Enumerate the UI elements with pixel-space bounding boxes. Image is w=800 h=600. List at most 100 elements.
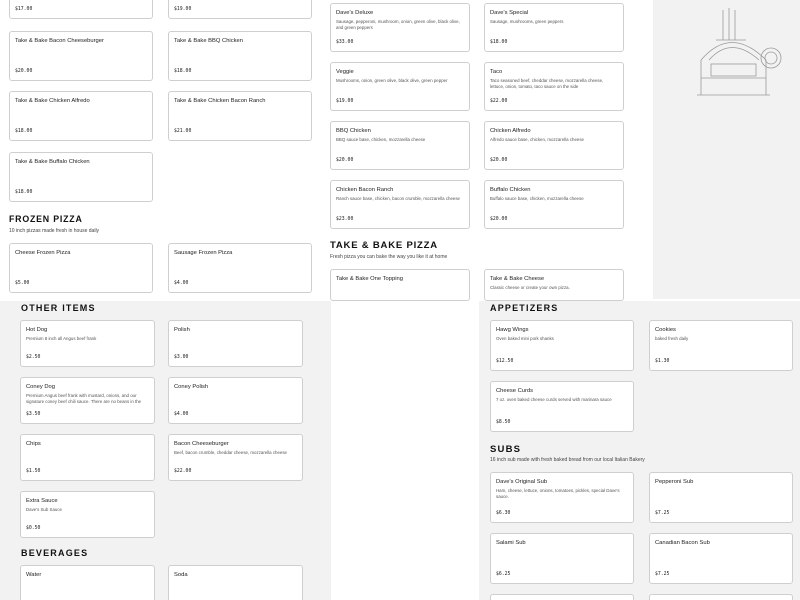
item-price: $22.00 — [174, 469, 192, 474]
menu-item-card[interactable]: Take & Bake Chicken Bacon Ranch $21.00 — [168, 91, 312, 141]
item-price: $20.00 — [490, 217, 508, 222]
item-description: Premium 8 inch all Angus beef frank — [26, 336, 97, 341]
item-description: Mushrooms, onion, green olive, black oli… — [336, 78, 448, 83]
menu-item-card[interactable]: Canadian Bacon Sub $7.25 — [649, 533, 793, 584]
item-price: $21.00 — [174, 129, 192, 134]
item-price: $18.00 — [174, 69, 192, 74]
item-description: baked fresh daily — [655, 336, 689, 341]
pizza-oven-illustration — [697, 8, 782, 96]
section-subtitle-frozen-pizza: 10 inch pizzas made fresh in house daily — [9, 228, 100, 234]
item-description: Ham, cheese, lettuce, onions, tomatoes, … — [496, 488, 620, 500]
item-title: Take & Bake BBQ Chicken — [174, 38, 243, 44]
item-title: BBQ Chicken — [336, 128, 371, 134]
menu-item-card[interactable]: Chicken Bacon Ranch Ranch sauce base, ch… — [330, 180, 470, 229]
item-title: Soda — [174, 572, 188, 578]
item-price: $1.50 — [26, 469, 41, 474]
item-price: $6.30 — [496, 511, 511, 516]
item-price: $4.00 — [174, 412, 189, 417]
menu-item-card[interactable]: Polish $3.00 — [168, 320, 303, 367]
menu-item-card[interactable]: Salami Sub $6.25 — [490, 533, 634, 584]
menu-item-card[interactable]: Take & Bake BBQ Chicken $18.00 — [168, 31, 312, 81]
item-description: Sausage, pepperoni, mushroom, onion, gre… — [336, 19, 460, 31]
menu-item-card[interactable]: Hawg Wings Oven baked mini pork shanks $… — [490, 320, 634, 371]
item-price: $8.50 — [496, 420, 511, 425]
item-title: Coney Polish — [174, 384, 209, 390]
menu-item-card[interactable]: Take & Bake Chicken Alfredo $18.00 — [9, 91, 153, 141]
item-title: Cheese Frozen Pizza — [15, 250, 71, 256]
section-title-subs: SUBS — [490, 444, 522, 455]
item-price: $0.50 — [26, 526, 41, 531]
menu-item-card[interactable] — [490, 594, 634, 600]
menu-item-card[interactable]: Chips $1.50 — [20, 434, 155, 481]
section-title-frozen-pizza: FROZEN PIZZA — [9, 214, 83, 224]
menu-item-card[interactable]: Veggie Mushrooms, onion, green olive, bl… — [330, 62, 470, 111]
section-title-beverages: BEVERAGES — [21, 548, 89, 558]
menu-item-card[interactable]: Cheese Frozen Pizza $5.00 — [9, 243, 153, 293]
menu-item-card[interactable]: Take & Bake Bacon Cheeseburger $20.00 — [9, 31, 153, 81]
menu-item-card[interactable]: Bacon Cheeseburger Beef, bacon crumble, … — [168, 434, 303, 481]
item-price: $7.25 — [655, 572, 670, 577]
item-description: Buffalo sauce base, chicken, mozzarella … — [490, 196, 584, 201]
item-title: Taco — [490, 69, 503, 75]
item-price: $20.00 — [490, 158, 508, 163]
menu-item-card[interactable]: Water — [20, 565, 155, 600]
item-price: $3.50 — [26, 412, 41, 417]
item-price: $22.00 — [490, 99, 508, 104]
item-price: $7.25 — [655, 511, 670, 516]
item-price: $17.00 — [15, 7, 33, 12]
item-title: Take & Bake Chicken Alfredo — [15, 98, 90, 104]
menu-item-card[interactable]: Sausage Frozen Pizza $4.00 — [168, 243, 312, 293]
menu-item-card[interactable]: BBQ Chicken BBQ sauce base, chicken, moz… — [330, 121, 470, 170]
menu-item-card[interactable]: Hot Dog Premium 8 inch all Angus beef fr… — [20, 320, 155, 367]
item-price: $12.50 — [496, 359, 514, 364]
item-title: Chips — [26, 441, 41, 447]
item-description: BBQ sauce base, chicken, mozzarella chee… — [336, 137, 426, 142]
menu-item-card[interactable]: $19.00 — [168, 0, 312, 19]
item-title: Take & Bake One Topping — [336, 276, 403, 282]
menu-item-card[interactable]: Coney Dog Premium Angus beef frank with … — [20, 377, 155, 424]
item-price: $18.00 — [490, 40, 508, 45]
menu-item-card[interactable]: Chicken Alfredo Alfredo sauce base, chic… — [484, 121, 624, 170]
menu-item-card[interactable]: Extra Sauce Dave's Sub Sauce $0.50 — [20, 491, 155, 538]
item-title: Take & Bake Cheese — [490, 276, 545, 282]
menu-item-card[interactable]: Taco Taco seasoned beef, cheddar cheese,… — [484, 62, 624, 111]
item-title: Take & Bake Bacon Cheeseburger — [15, 38, 104, 44]
menu-item-card[interactable]: Take & Bake Buffalo Chicken $18.00 — [9, 152, 153, 202]
item-title: Dave's Original Sub — [496, 479, 548, 485]
item-description: Beef, bacon crumble, cheddar cheese, moz… — [174, 450, 288, 455]
item-price: $18.00 — [15, 190, 33, 195]
section-title-appetizers: APPETIZERS — [490, 303, 559, 313]
menu-item-card[interactable]: Dave's Special Sausage, mushrooms, green… — [484, 3, 624, 52]
item-price: $4.00 — [174, 281, 189, 286]
item-description: Dave's Sub Sauce — [26, 507, 62, 512]
item-title: Coney Dog — [26, 384, 56, 390]
item-price: $5.00 — [15, 281, 30, 286]
item-price: $3.00 — [174, 355, 189, 360]
item-title: Cookies — [655, 327, 676, 333]
section-subtitle-subs: 16 inch sub made with fresh baked bread … — [490, 457, 645, 463]
item-title: Hawg Wings — [496, 327, 529, 333]
item-title: Extra Sauce — [26, 498, 58, 504]
menu-item-card[interactable]: Dave's Deluxe Sausage, pepperoni, mushro… — [330, 3, 470, 52]
item-title: Buffalo Chicken — [490, 187, 531, 193]
menu-item-card[interactable]: Pepperoni Sub $7.25 — [649, 472, 793, 523]
item-description: Oven baked mini pork shanks — [496, 336, 554, 341]
menu-item-card[interactable]: Take & Bake One Topping — [330, 269, 470, 301]
menu-item-card[interactable]: Take & Bake Cheese Classic cheese or cre… — [484, 269, 624, 301]
item-price: $20.00 — [336, 158, 354, 163]
menu-item-card[interactable]: Buffalo Chicken Buffalo sauce base, chic… — [484, 180, 624, 229]
item-description: Classic cheese or create your own pizza. — [490, 285, 570, 290]
item-price: $2.50 — [26, 355, 41, 360]
menu-item-card[interactable]: Cookies baked fresh daily $1.30 — [649, 320, 793, 371]
item-title: Salami Sub — [496, 540, 526, 546]
menu-item-card[interactable] — [649, 594, 793, 600]
menu-item-card[interactable]: Coney Polish $4.00 — [168, 377, 303, 424]
section-title-take-bake: TAKE & BAKE PIZZA — [330, 240, 438, 251]
menu-item-card[interactable]: Soda — [168, 565, 303, 600]
item-title: Chicken Alfredo — [490, 128, 531, 134]
menu-item-card[interactable]: Dave's Original Sub Ham, cheese, lettuce… — [490, 472, 634, 523]
item-description: Alfredo sauce base, chicken, mozzarella … — [490, 137, 584, 142]
menu-item-card[interactable]: Cheese Curds 7 oz. oven baked cheese cur… — [490, 381, 634, 432]
item-title: Hot Dog — [26, 327, 48, 333]
menu-item-card[interactable]: $17.00 — [9, 0, 153, 19]
